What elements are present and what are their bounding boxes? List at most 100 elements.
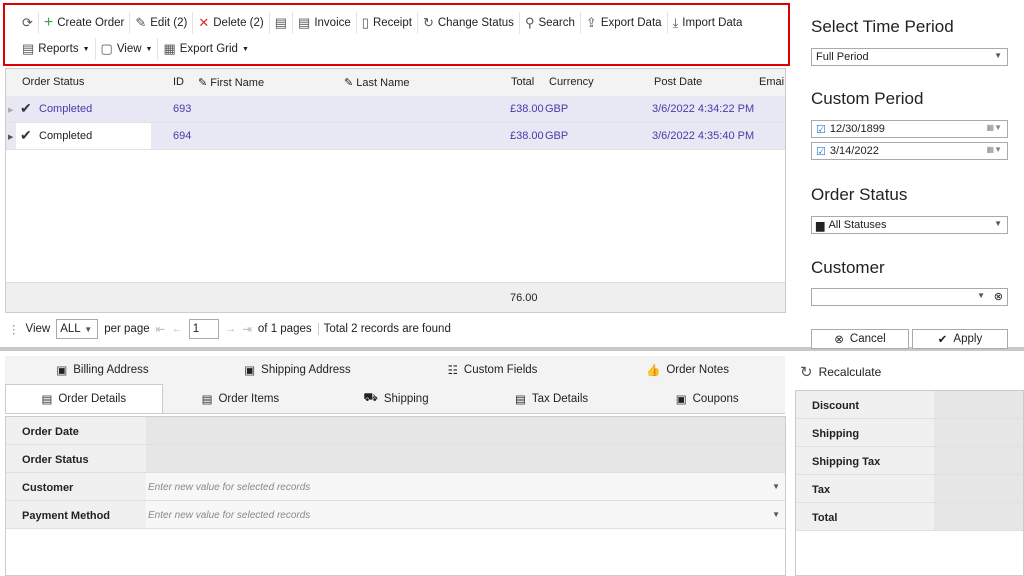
chevron-down-icon[interactable]: ▼ — [772, 510, 780, 519]
table-row[interactable]: ▶ ✔ Completed 693 £38.00 GBP 3/6/2022 4:… — [6, 96, 785, 123]
first-page-icon[interactable]: ⇤ — [156, 322, 166, 336]
cell: 3/6/2022 4:34:22 PM — [652, 103, 755, 115]
change-status-button[interactable]: ↻ Change Status — [418, 12, 520, 34]
tab-custom-fields[interactable]: ☷ Custom Fields — [395, 356, 590, 384]
property-row[interactable]: Order Status — [6, 445, 785, 473]
property-row[interactable]: Customer Enter new value for selected rec… — [6, 473, 785, 501]
checkbox-icon[interactable]: ☑ — [816, 123, 826, 136]
date-from-input[interactable]: ☑ 12/30/1899 ▦▼ — [811, 120, 1008, 138]
checkbox-icon[interactable]: ☑ — [816, 145, 826, 158]
date-to-input[interactable]: ☑ 3/14/2022 ▦▼ — [811, 142, 1008, 160]
column-header[interactable]: Order Status — [22, 76, 84, 88]
receipt-button[interactable]: ▯ Receipt — [357, 12, 418, 34]
order-status-select[interactable]: ▆ All Statuses ▼ — [811, 216, 1008, 234]
property-row[interactable]: Payment Method Enter new value for select… — [6, 501, 785, 529]
column-header[interactable]: Currency — [549, 76, 594, 88]
view-icon: ▢ — [100, 41, 113, 56]
cell: 694 — [173, 130, 192, 142]
label: Delete (2) — [213, 17, 264, 29]
tab-tax-details[interactable]: ▤ Tax Details — [474, 384, 630, 413]
footer-total: 76.00 — [510, 292, 538, 304]
per-page-select[interactable]: ALL ▼ — [56, 319, 99, 339]
property-row[interactable]: Order Date — [6, 417, 785, 445]
totals-label: Discount — [796, 391, 934, 418]
tab-shipping[interactable]: ⛟ Shipping — [318, 384, 474, 413]
next-page-icon[interactable]: → — [225, 323, 237, 335]
tab-coupons[interactable]: ▣ Coupons — [629, 384, 785, 413]
customer-value-input[interactable]: Enter new value for selected records ▼ — [146, 473, 785, 500]
plus-icon: + — [43, 14, 54, 31]
time-period-select[interactable]: Full Period ▼ — [811, 48, 1008, 66]
table-row[interactable]: ▶ ✔ Completed 694 £38.00 GBP 3/6/2022 4:… — [6, 123, 785, 150]
refresh-button[interactable]: ⟳ — [17, 12, 39, 34]
order-items-icon: ▤ — [201, 393, 213, 406]
tab-order-notes[interactable]: 👍 Order Notes — [590, 356, 785, 384]
export-grid-button[interactable]: ▦ Export Grid ▼ — [158, 38, 253, 60]
billing-address-icon: ▣ — [56, 365, 68, 377]
apply-button[interactable]: ✔ Apply — [912, 329, 1008, 349]
column-header[interactable]: ✎ Last Name — [344, 76, 409, 89]
cancel-button[interactable]: ⊗ Cancel — [811, 329, 909, 349]
drag-handle-icon: ⋮ — [8, 324, 20, 336]
cell: GBP — [545, 130, 569, 142]
export-data-button[interactable]: ⇪ Export Data — [581, 12, 668, 34]
expand-icon[interactable]: ▶ — [8, 106, 13, 114]
chevron-down-icon[interactable]: ▼ — [772, 482, 780, 491]
label: Order Details — [58, 393, 127, 405]
property-value[interactable] — [146, 417, 785, 444]
column-header[interactable]: Post Date — [654, 76, 702, 88]
clipboard-view-button[interactable]: ▤ — [270, 12, 294, 34]
delete-button[interactable]: ✕ Delete (2) — [193, 12, 270, 34]
label: Last Name — [356, 77, 410, 89]
clear-icon[interactable]: ⊗ — [994, 290, 1003, 303]
import-data-button[interactable]: ⤓ Import Data — [668, 12, 748, 34]
placeholder: Enter new value for selected records — [148, 510, 311, 521]
prev-page-icon[interactable]: ← — [171, 323, 183, 335]
order-details-icon: ▤ — [41, 394, 53, 406]
invoice-button[interactable]: ▤ Invoice — [293, 12, 357, 34]
totals-grid: Discount Shipping Shipping Tax Tax Total — [795, 390, 1024, 576]
totals-row: Total — [796, 503, 1023, 531]
label: Change Status — [437, 17, 514, 29]
column-header[interactable]: ✎ First Name — [198, 76, 264, 89]
chevron-down-icon: ▼ — [994, 219, 1002, 228]
customer-select[interactable]: ▼ ⊗ — [811, 288, 1008, 306]
reports-button[interactable]: ▤ Reports ▼ — [17, 38, 96, 60]
search-button[interactable]: ⚲ Search — [520, 12, 581, 34]
cell: £38.00 — [510, 103, 544, 115]
label: Invoice — [314, 17, 351, 29]
last-page-icon[interactable]: ⇥ — [242, 322, 252, 336]
column-header[interactable]: Total — [511, 76, 534, 88]
label: Reports — [38, 43, 79, 55]
refresh-icon: ⟳ — [22, 15, 33, 30]
cell: GBP — [545, 103, 569, 115]
recalculate-button[interactable]: ↻ Recalculate — [800, 363, 881, 381]
payment-method-input[interactable]: Enter new value for selected records ▼ — [146, 501, 785, 528]
totals-label: Total — [796, 503, 934, 530]
view-button[interactable]: ▢ View ▼ — [96, 38, 159, 60]
column-header[interactable]: ID — [173, 76, 184, 88]
totals-row: Tax — [796, 475, 1023, 503]
property-value[interactable] — [146, 445, 785, 472]
create-order-button[interactable]: + Create Order — [39, 12, 131, 34]
tab-shipping-address[interactable]: ▣ Shipping Address — [200, 356, 395, 384]
calendar-icon[interactable]: ▦▼ — [987, 145, 1002, 154]
tab-order-items[interactable]: ▤ Order Items — [163, 384, 319, 413]
custom-fields-icon: ☷ — [447, 365, 458, 377]
caret-icon: ▼ — [82, 45, 90, 53]
change-status-icon: ↻ — [422, 15, 434, 30]
receipt-icon: ▯ — [361, 15, 369, 30]
calendar-icon[interactable]: ▦▼ — [987, 123, 1002, 132]
tab-order-details[interactable]: ▤ Order Details — [5, 384, 163, 413]
column-header[interactable]: Emai — [759, 76, 784, 88]
page-input[interactable]: 1 — [188, 319, 219, 339]
label: Coupons — [692, 392, 739, 405]
grid-header: Order Status ID ✎ First Name ✎ Last Name… — [6, 69, 785, 96]
label: Import Data — [682, 17, 743, 29]
reports-icon: ▤ — [22, 41, 35, 56]
expand-icon[interactable]: ▶ — [8, 133, 13, 141]
edit-button[interactable]: ✎ Edit (2) — [130, 12, 194, 34]
export-grid-icon: ▦ — [163, 41, 176, 56]
tab-billing-address[interactable]: ▣ Billing Address — [5, 356, 200, 384]
toolbar-row-2: ▤ Reports ▼ ▢ View ▼ ▦ Export Grid ▼ — [17, 38, 254, 60]
